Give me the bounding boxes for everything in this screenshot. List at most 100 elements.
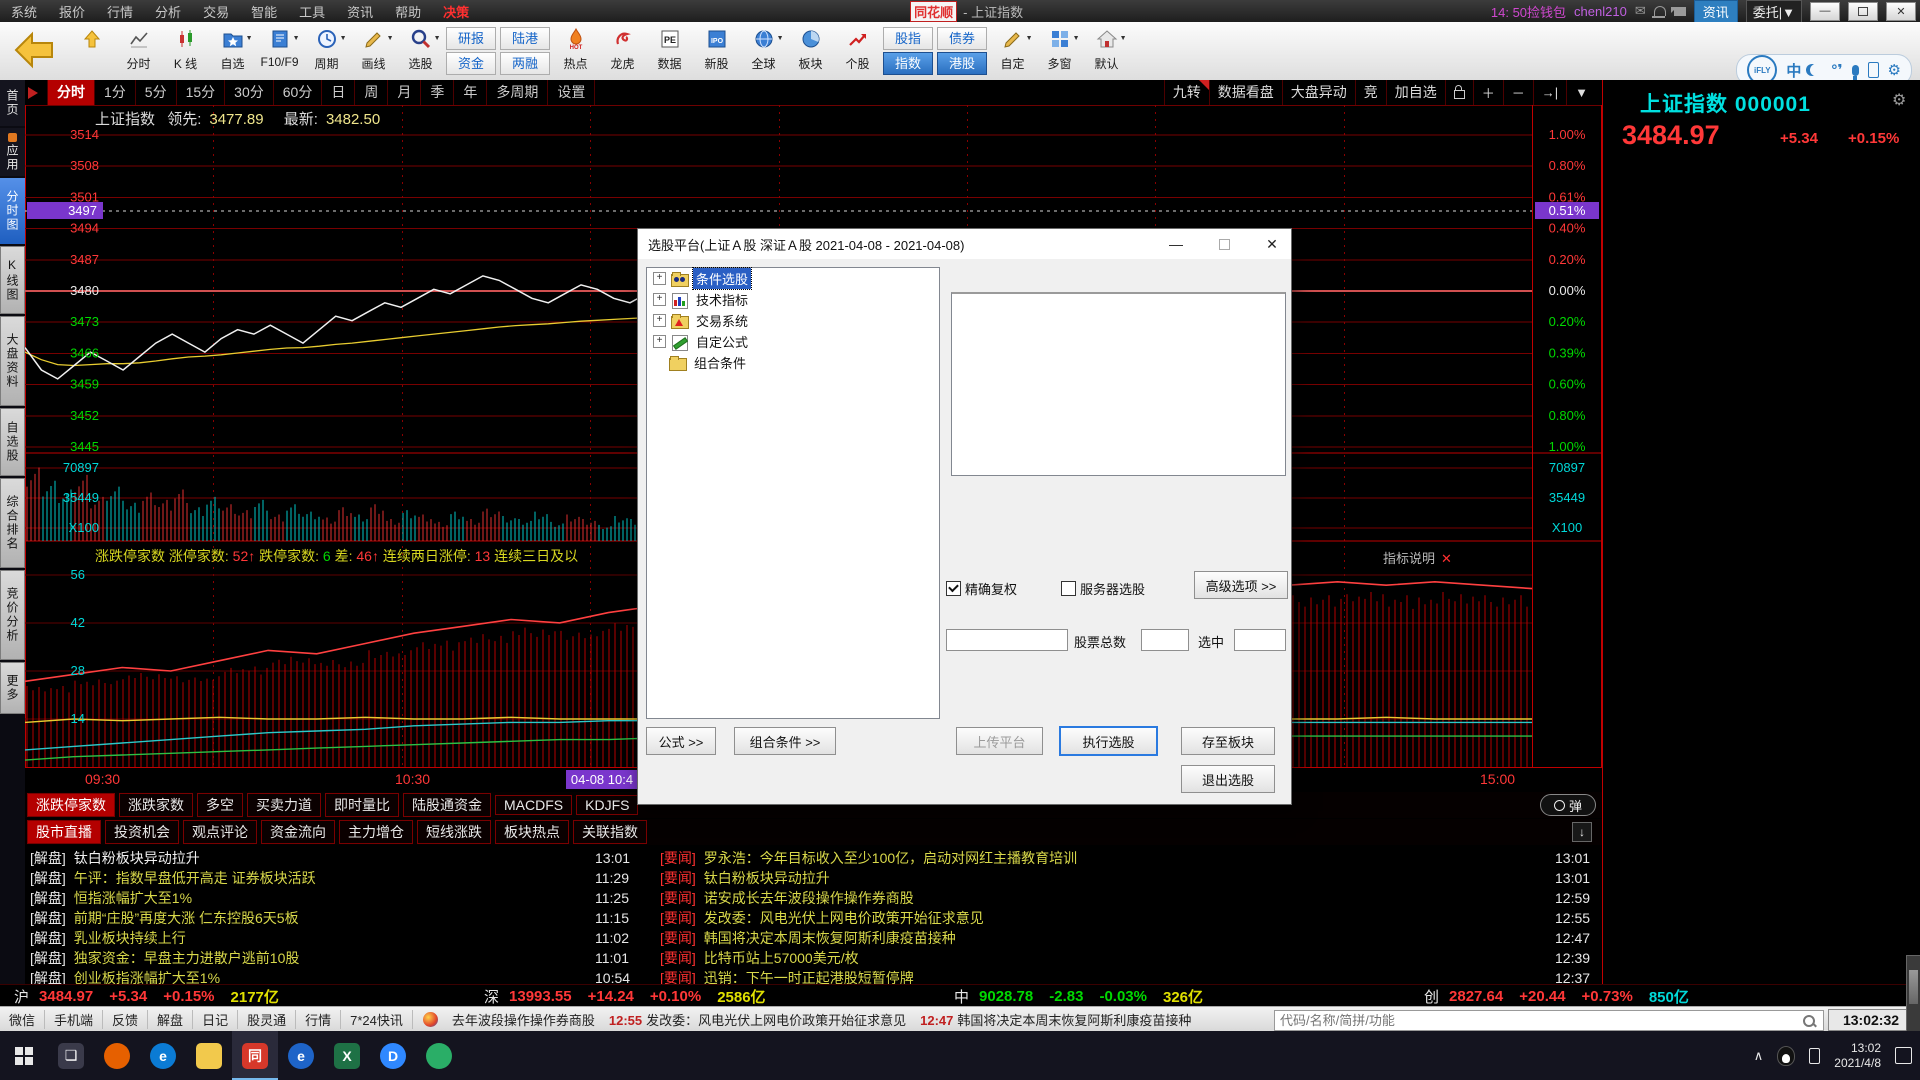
period-tab-多周期[interactable]: 多周期 xyxy=(487,80,548,105)
dropdown-caret-icon[interactable]: ▼ xyxy=(434,35,441,42)
chart-tool-数据看盘[interactable]: 数据看盘 xyxy=(1209,80,1282,105)
news-item-left-4[interactable]: [解盘]乳业板块持续上行11:02 xyxy=(30,928,635,948)
tree-item-组合条件[interactable]: 组合条件 xyxy=(653,352,939,373)
notification-bell-icon[interactable] xyxy=(1654,6,1666,16)
news-item-right-5[interactable]: [要闻]比特币站上57000美元/枚12:39 xyxy=(660,948,1595,968)
total-stocks-field[interactable] xyxy=(1141,629,1189,651)
taskbar-app-task-view[interactable]: ❏ xyxy=(48,1031,94,1080)
toolbar-bond-hk-toggle-1[interactable]: 港股 xyxy=(937,52,987,75)
dropdown-caret-icon[interactable]: ▼ xyxy=(340,35,347,42)
save-to-sector-button[interactable]: 存至板块 xyxy=(1181,727,1275,755)
news-headline[interactable]: 钛白粉板块异动拉升 xyxy=(704,870,830,886)
taskbar-app-ie-browser[interactable]: e xyxy=(278,1031,324,1080)
sidebar-item-home[interactable]: 首页 xyxy=(0,80,25,126)
checkbox-checked-icon[interactable] xyxy=(946,581,961,596)
toolbar-f10-info-button[interactable]: ▼F10/F9 xyxy=(256,24,303,81)
news-headline[interactable]: 乳业板块持续上行 xyxy=(74,930,186,946)
panel-scrollbar[interactable] xyxy=(1906,955,1920,1033)
dropdown-caret-icon[interactable]: ▼ xyxy=(777,35,784,42)
tray-expand-icon[interactable]: ∧ xyxy=(1754,1048,1764,1064)
news-item-right-4[interactable]: [要闻]韩国将决定本周末恢复阿斯利康疫苗接种12:47 xyxy=(660,928,1595,948)
news-item-right-0[interactable]: [要闻]罗永浩：今年目标收入至少100亿，启动对网红主播教育培训13:01 xyxy=(660,848,1595,868)
period-tab-设置[interactable]: 设置 xyxy=(548,80,595,105)
indicator-tab-MACDFS[interactable]: MACDFS xyxy=(495,795,572,815)
news-tab-短线涨跌[interactable]: 短线涨跌 xyxy=(417,820,491,844)
phone-link-tray-icon[interactable] xyxy=(1809,1048,1820,1064)
chart-tool-九转[interactable]: 九转 xyxy=(1164,80,1209,105)
logged-in-user[interactable]: chenl210 xyxy=(1574,4,1627,19)
toolbar-sectors-button[interactable]: 板块 xyxy=(787,24,834,81)
news-tab-投资机会[interactable]: 投资机会 xyxy=(105,820,179,844)
action-center-icon[interactable] xyxy=(1895,1047,1912,1064)
toolbar-luhk-margin-1[interactable]: 两融 xyxy=(500,52,550,75)
expand-plus-icon[interactable]: + xyxy=(653,314,666,327)
news-headline[interactable]: 比特币站上57000美元/枚 xyxy=(704,950,859,966)
news-headline[interactable]: 迅销：下午一时正起港股短暂停牌 xyxy=(704,970,914,984)
toolbar-default-layout-button[interactable]: ▼默认 xyxy=(1083,24,1130,81)
menu-工具[interactable]: 工具 xyxy=(288,2,336,21)
ticker-item[interactable]: 12:55发改委：风电光伏上网电价政策开始征求意见 xyxy=(609,1010,906,1030)
theme-skin-icon[interactable] xyxy=(1674,7,1686,16)
news-item-left-6[interactable]: [解盘]创业板指涨幅扩大至1%10:54 xyxy=(30,968,635,984)
dropdown-caret-icon[interactable]: ▼ xyxy=(246,35,253,42)
language-icon[interactable]: 中 xyxy=(1786,60,1801,81)
danmu-toggle[interactable]: 弹 xyxy=(1540,794,1596,816)
quick-link-7*24快讯[interactable]: 7*24快讯 xyxy=(341,1010,413,1029)
advanced-options-button[interactable]: 高级选项 >> xyxy=(1194,571,1288,599)
menu-系统[interactable]: 系统 xyxy=(0,2,48,21)
voice-tone-icon[interactable]: °❜ xyxy=(1831,61,1842,79)
chart-corner-icon[interactable] xyxy=(25,80,48,105)
indicator-tab-涨跌家数[interactable]: 涨跌家数 xyxy=(119,793,193,817)
toolbar-research-fund-1[interactable]: 资金 xyxy=(446,52,496,75)
dialog-title-bar[interactable]: 选股平台(上证Ａ股 深证Ａ股 2021-04-08 - 2021-04-08) … xyxy=(638,229,1291,259)
window-close-button[interactable]: ✕ xyxy=(1886,2,1916,21)
back-button[interactable] xyxy=(6,26,62,74)
taskbar-app-excel[interactable]: X xyxy=(324,1031,370,1080)
quick-link-解盘[interactable]: 解盘 xyxy=(148,1010,193,1029)
sidebar-item-apps[interactable]: 应用 xyxy=(0,128,25,176)
period-tab-30分[interactable]: 30分 xyxy=(225,80,274,105)
toolbar-minute-chart-button[interactable]: 分时 xyxy=(115,24,162,81)
tree-item-条件选股[interactable]: +条件选股 xyxy=(653,268,939,289)
indicator-tab-KDJFS[interactable]: KDJFS xyxy=(576,795,638,815)
taskbar-app-file-explorer[interactable] xyxy=(186,1031,232,1080)
period-tab-1分[interactable]: 1分 xyxy=(95,80,136,105)
quick-link-行情[interactable]: 行情 xyxy=(296,1010,341,1029)
toolbar-period-button[interactable]: ▼周期 xyxy=(303,24,350,81)
news-item-left-2[interactable]: [解盘]恒指涨幅扩大至1%11:25 xyxy=(30,888,635,908)
window-restore-button[interactable] xyxy=(1848,2,1878,21)
news-ticker[interactable]: 去年波段操作操作券商股12:55发改委：风电光伏上网电价政策开始征求意见12:4… xyxy=(423,1010,1343,1030)
news-item-left-5[interactable]: [解盘]独家资金：早盘主力进散户逃前10股11:01 xyxy=(30,948,635,968)
news-tab-主力增仓[interactable]: 主力增仓 xyxy=(339,820,413,844)
news-item-left-3[interactable]: [解盘]前期“庄股”再度大涨 仁东控股6天5板11:15 xyxy=(30,908,635,928)
tree-item-交易系统[interactable]: +交易系统 xyxy=(653,310,939,331)
sidebar-item-more[interactable]: 更多 xyxy=(0,662,25,714)
indicator-tab-多空[interactable]: 多空 xyxy=(197,793,243,817)
menu-决策[interactable]: 决策 xyxy=(432,2,480,21)
formula-button[interactable]: 公式 >> xyxy=(646,727,716,755)
toolbar-ipo-button[interactable]: IPO新股 xyxy=(693,24,740,81)
server-pick-checkbox[interactable]: 服务器选股 xyxy=(1061,579,1145,598)
menu-报价[interactable]: 报价 xyxy=(48,2,96,21)
collapse-panel-icon[interactable]: ↓ xyxy=(1572,822,1592,842)
toolbar-research-fund-0[interactable]: 研报 xyxy=(446,27,496,50)
sidebar-item-kline-chart[interactable]: K线图 xyxy=(0,246,25,314)
news-headline[interactable]: 罗永浩：今年目标收入至少100亿，启动对网红主播教育培训 xyxy=(704,850,1077,866)
news-item-left-0[interactable]: [解盘]钛白粉板块异动拉升13:01 xyxy=(30,848,635,868)
toolbar-custom-layout-button[interactable]: ▼自定 xyxy=(989,24,1036,81)
sidebar-item-market-data[interactable]: 大盘资料 xyxy=(0,316,25,406)
news-headline[interactable]: 前期“庄股”再度大涨 仁东控股6天5板 xyxy=(74,910,299,926)
taskbar-app-tonghuashun[interactable]: 同 xyxy=(232,1031,278,1080)
indicator-tab-即时量比[interactable]: 即时量比 xyxy=(325,793,399,817)
expand-plus-icon[interactable]: + xyxy=(653,293,666,306)
window-minimize-button[interactable]: — xyxy=(1810,2,1840,21)
sidebar-item-watchlist[interactable]: 自选股 xyxy=(0,408,25,476)
ticker-item[interactable]: 去年波段操作操作券商股 xyxy=(452,1010,595,1030)
news-tab-关联指数[interactable]: 关联指数 xyxy=(573,820,647,844)
run-selection-button[interactable]: 执行选股 xyxy=(1059,726,1158,756)
news-item-right-3[interactable]: [要闻]发改委：风电光伏上网电价政策开始征求意见12:55 xyxy=(660,908,1595,928)
toolbar-index-toggle-1[interactable]: 指数 xyxy=(883,52,933,75)
period-tab-分时[interactable]: 分时 xyxy=(48,80,95,105)
tree-label[interactable]: 技术指标 xyxy=(693,289,751,310)
more-caret-icon[interactable]: ▼ xyxy=(1566,80,1596,105)
